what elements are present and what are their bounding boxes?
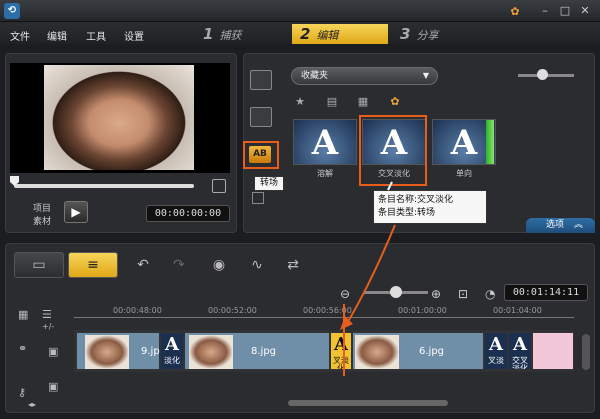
callout-arrow (340, 181, 396, 330)
